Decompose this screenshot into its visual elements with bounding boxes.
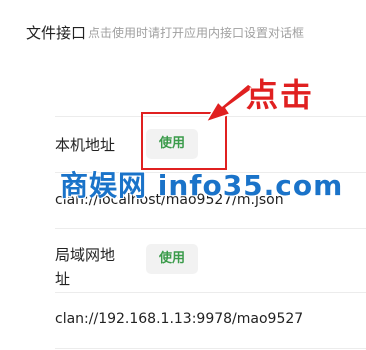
dialog-title: 文件接口 <box>26 24 87 42</box>
local-address-label: 本机地址 <box>55 136 116 154</box>
lan-address-url: clan://192.168.1.13:9978/mao9527 <box>55 311 304 327</box>
dialog-header: 文件接口 点击使用时请打开应用内接口设置对话框 <box>26 22 356 44</box>
divider <box>55 348 366 349</box>
divider <box>55 228 366 229</box>
lan-address-label-line1: 局域网地 <box>55 246 116 264</box>
click-callout: 点击 <box>246 76 315 114</box>
lan-address-label: 局域网地 址 <box>55 243 115 291</box>
watermark-text: 商娱网 info35.com <box>60 169 344 202</box>
lan-address-label-line2: 址 <box>55 270 71 288</box>
divider <box>55 292 366 293</box>
dialog-hint: 点击使用时请打开应用内接口设置对话框 <box>88 26 305 40</box>
lan-use-button[interactable]: 使用 <box>146 244 198 274</box>
